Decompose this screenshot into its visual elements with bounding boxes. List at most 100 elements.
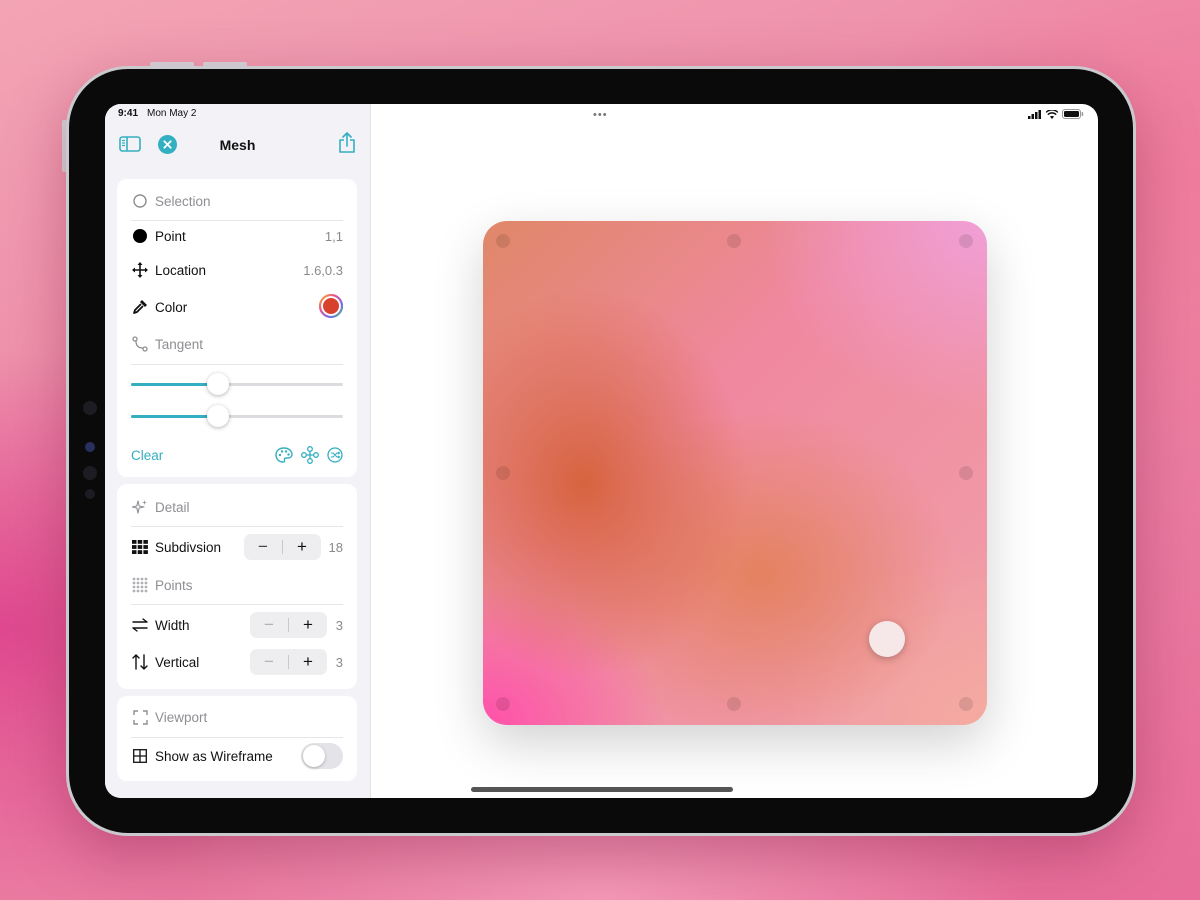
detail-row: Detail — [131, 492, 343, 522]
color-label: Color — [155, 299, 188, 315]
wireframe-label: Show as Wireframe — [155, 748, 273, 764]
wireframe-row: Show as Wireframe — [131, 741, 343, 771]
cellular-icon — [1028, 109, 1041, 119]
increment-button[interactable]: + — [289, 612, 327, 638]
width-label: Width — [155, 617, 190, 633]
control-point[interactable] — [959, 697, 973, 711]
detail-card: Detail Subdivsion −+ 18 Points Width − — [117, 484, 357, 689]
wireframe-icon — [133, 749, 147, 763]
grid-icon — [132, 540, 148, 554]
selected-point-handle[interactable] — [869, 621, 905, 657]
viewport-icon — [132, 709, 148, 725]
color-swatch-icon — [318, 293, 344, 318]
vertical-value: 3 — [335, 654, 343, 670]
color-well[interactable] — [318, 293, 344, 321]
circle-icon — [133, 194, 147, 208]
decrement-button[interactable]: − — [250, 612, 288, 638]
slider-thumb[interactable] — [206, 405, 229, 427]
clear-actions — [275, 446, 343, 464]
tangent-slider-1[interactable] — [131, 373, 343, 395]
home-indicator[interactable] — [471, 787, 733, 792]
divider — [131, 737, 343, 738]
viewport-label: Viewport — [155, 709, 208, 725]
selection-card: Selection Point 1,1 Location 1.6,0.3 Col… — [117, 179, 357, 477]
subdivision-label: Subdivsion — [155, 539, 222, 555]
tangent-row[interactable]: Tangent — [131, 329, 343, 359]
dots-grid-icon — [132, 577, 148, 593]
control-point[interactable] — [496, 234, 510, 248]
location-value: 1.6,0.3 — [303, 262, 343, 278]
control-point[interactable] — [959, 466, 973, 480]
point-row[interactable]: Point 1,1 — [131, 221, 343, 251]
sidebar: Mesh Selection Point 1,1 Location 1.6,0.… — [105, 104, 371, 798]
slider-fill — [131, 415, 218, 418]
slider-thumb[interactable] — [206, 373, 229, 395]
divider — [131, 604, 343, 605]
width-value: 3 — [335, 617, 343, 633]
share-icon[interactable] — [338, 132, 356, 154]
ipad-screen: 9:41 Mon May 2 ••• Mesh Selection Point — [105, 104, 1098, 798]
decrement-button[interactable]: − — [244, 534, 282, 560]
slider-fill — [131, 383, 218, 386]
multitasking-dots[interactable]: ••• — [593, 109, 608, 121]
width-stepper[interactable]: − + — [250, 612, 327, 638]
move-icon — [132, 262, 148, 278]
viewport-row: Viewport — [131, 702, 343, 732]
subdivision-stepper[interactable]: − + — [244, 534, 321, 560]
control-point[interactable] — [727, 234, 741, 248]
tangent-slider-2[interactable] — [131, 405, 343, 427]
vertical-arrows-icon — [132, 654, 148, 670]
shuffle-icon[interactable] — [327, 447, 343, 463]
toggle-knob — [303, 745, 325, 767]
point-label: Point — [155, 228, 186, 244]
viewport-card: Viewport Show as Wireframe — [117, 696, 357, 781]
vertical-label: Vertical — [155, 654, 200, 670]
vertical-stepper[interactable]: − + — [250, 649, 327, 675]
selection-row[interactable]: Selection — [131, 186, 343, 216]
battery-icon — [1062, 109, 1084, 119]
decrement-button[interactable]: − — [250, 649, 288, 675]
nodes-icon[interactable] — [301, 446, 319, 464]
selection-label: Selection — [155, 193, 211, 209]
increment-button[interactable]: + — [289, 649, 327, 675]
divider — [131, 364, 343, 365]
points-label: Points — [155, 577, 193, 593]
status-bar: 9:41 Mon May 2 ••• — [105, 104, 1098, 124]
sidebar-toolbar: Mesh — [105, 130, 370, 160]
increment-button[interactable]: + — [283, 534, 321, 560]
status-time: 9:41 — [118, 108, 139, 119]
location-row[interactable]: Location 1.6,0.3 — [131, 255, 343, 285]
wireframe-toggle[interactable] — [301, 743, 343, 769]
vertical-row: Vertical − + 3 — [131, 647, 343, 677]
points-row: Points — [131, 570, 343, 600]
sparkle-icon — [132, 500, 147, 514]
clear-row: Clear — [131, 440, 343, 470]
camera-lens — [83, 401, 97, 415]
camera-lens-2 — [83, 466, 97, 480]
color-picker-icon — [133, 300, 147, 314]
clear-button[interactable]: Clear — [131, 448, 163, 463]
wifi-icon — [1046, 109, 1058, 119]
control-point[interactable] — [959, 234, 973, 248]
mesh-gradient-canvas[interactable] — [483, 221, 987, 725]
palette-icon[interactable] — [275, 447, 293, 463]
subdivision-value: 18 — [328, 539, 343, 555]
point-icon — [133, 229, 147, 243]
control-point[interactable] — [727, 697, 741, 711]
sidebar-title: Mesh — [219, 137, 256, 153]
divider — [131, 526, 343, 527]
status-icons — [1028, 109, 1084, 119]
subdivision-row: Subdivsion − + 18 — [131, 532, 343, 562]
tangent-icon — [132, 336, 148, 352]
tangent-label: Tangent — [155, 336, 204, 352]
camera-sensor — [85, 442, 95, 452]
control-point[interactable] — [496, 697, 510, 711]
detail-label: Detail — [155, 499, 190, 515]
width-arrows-icon — [132, 618, 148, 632]
point-value: 1,1 — [324, 228, 343, 244]
width-row: Width − + 3 — [131, 610, 343, 640]
location-label: Location — [155, 262, 207, 278]
control-point[interactable] — [496, 466, 510, 480]
status-date: Mon May 2 — [147, 108, 197, 119]
color-row[interactable]: Color — [131, 292, 344, 322]
